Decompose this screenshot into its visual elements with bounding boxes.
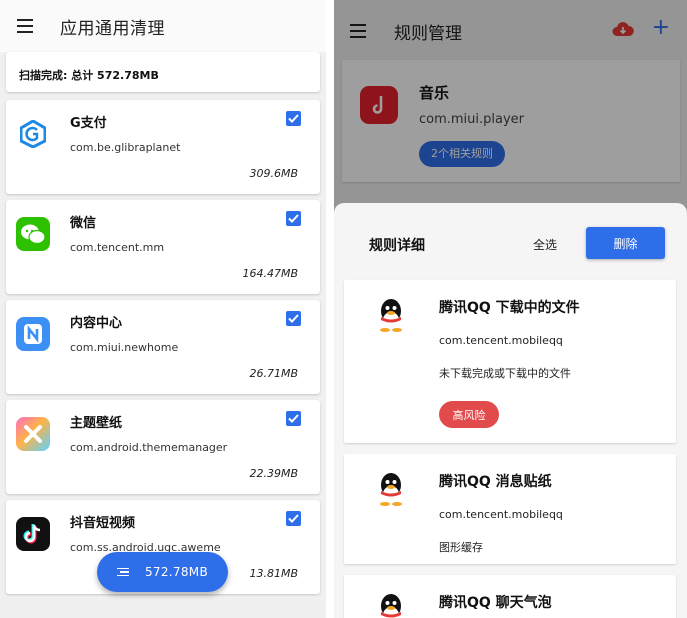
rule-management-screen: 规则管理 + 音乐 com.miui.player 2个相关规则 规则详细 全选… [334,0,687,618]
app-name: 主题壁纸 [70,416,123,431]
content-center-icon [16,317,50,351]
gpay-icon [16,117,50,151]
rule-description: 图形缓存 [439,541,483,554]
rule-package: com.tencent.mobileqq [439,334,563,347]
rule-description: 未下载完成或下载中的文件 [439,367,571,380]
app-item-theme-manager[interactable]: 主题壁纸 com.android.thememanager 22.39MB [6,400,320,494]
clean-fab-button[interactable]: 572.78MB [97,552,228,592]
app-checkbox[interactable] [286,211,301,226]
app-size: 22.39MB [249,467,298,480]
app-checkbox[interactable] [286,511,301,526]
select-all-button[interactable]: 全选 [533,236,557,253]
douyin-icon [16,517,50,551]
scan-summary: 扫描完成: 总计 572.78MB [6,52,320,92]
risk-badge: 高风险 [439,401,499,428]
theme-icon [16,417,50,451]
qq-penguin-icon [381,594,401,618]
rule-name: 腾讯QQ 聊天气泡 [439,595,552,611]
top-app-bar: 应用通用清理 [0,0,326,52]
app-name: 抖音短视频 [70,516,136,531]
wechat-icon [16,217,50,251]
app-package: com.be.glibraplanet [70,141,181,154]
app-name: 内容中心 [70,316,123,331]
app-checkbox[interactable] [286,311,301,326]
panel-divider [326,0,334,618]
app-package: com.tencent.mm [70,241,165,254]
rule-item[interactable]: 腾讯QQ 聊天气泡 [344,575,676,618]
app-name: 微信 [70,216,97,231]
page-title: 应用通用清理 [60,18,165,39]
app-size: 13.81MB [249,567,298,580]
app-item-wechat[interactable]: 微信 com.tencent.mm 164.47MB [6,200,320,294]
delete-button[interactable]: 删除 [586,227,665,259]
sheet-title: 规则详细 [369,238,425,254]
app-cleanup-screen: 应用通用清理 扫描完成: 总计 572.78MB G支付 com.be.glib… [0,0,326,618]
rule-item[interactable]: 腾讯QQ 消息贴纸 com.tencent.mobileqq 图形缓存 [344,454,676,564]
app-package: com.miui.newhome [70,341,179,354]
app-item-gpay[interactable]: G支付 com.be.glibraplanet 309.6MB [6,100,320,194]
app-size: 26.71MB [249,367,298,380]
app-checkbox[interactable] [286,411,301,426]
rule-item[interactable]: 腾讯QQ 下载中的文件 com.tencent.mobileqq 未下载完成或下… [344,280,676,443]
rule-name: 腾讯QQ 下载中的文件 [439,300,580,316]
fab-label: 572.78MB [145,565,208,579]
app-name: G支付 [70,116,107,131]
app-size: 164.47MB [242,267,298,280]
rule-detail-sheet: 规则详细 全选 删除 腾讯QQ 下载中的文件 com.tencent.mobil… [334,203,687,618]
list-icon [117,567,129,577]
rule-package: com.tencent.mobileqq [439,508,563,521]
app-size: 309.6MB [249,167,298,180]
app-package: com.android.thememanager [70,441,228,454]
app-checkbox[interactable] [286,111,301,126]
rule-name: 腾讯QQ 消息贴纸 [439,474,552,490]
menu-icon[interactable] [17,19,37,33]
qq-penguin-icon [380,299,402,332]
app-item-content-center[interactable]: 内容中心 com.miui.newhome 26.71MB [6,300,320,394]
qq-penguin-icon [380,473,402,506]
